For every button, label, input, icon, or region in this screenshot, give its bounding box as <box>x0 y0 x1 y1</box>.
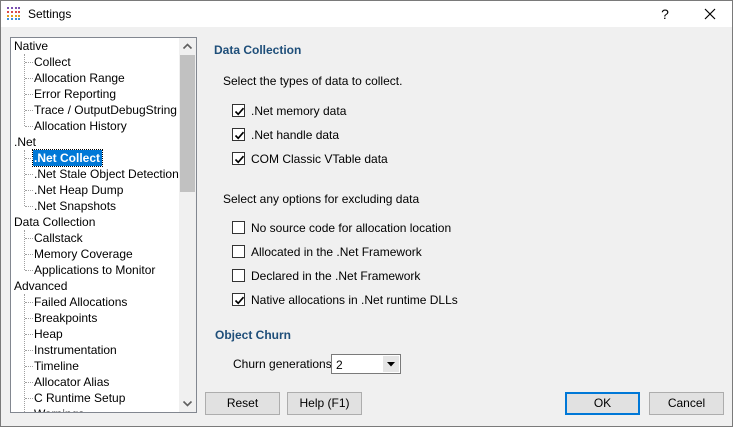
check-icon <box>234 107 245 116</box>
tree-items: Native Collect Allocation Range Error Repor… <box>11 38 179 412</box>
tree-item[interactable]: Timeline <box>33 358 81 374</box>
checkbox-label: COM Classic VTable data <box>251 152 388 166</box>
check-icon <box>234 131 245 140</box>
tree-connector-line <box>24 294 25 412</box>
close-button[interactable] <box>689 1 731 27</box>
cancel-button[interactable]: Cancel <box>649 392 724 415</box>
tree-connector-stub <box>25 94 33 95</box>
tree-connector-stub <box>25 398 33 399</box>
reset-button[interactable]: Reset <box>205 392 280 415</box>
checkbox-box[interactable] <box>232 221 245 234</box>
scroll-down-button[interactable] <box>179 395 196 412</box>
tree-connector-stub <box>25 110 33 111</box>
scroll-up-button[interactable] <box>179 38 196 55</box>
app-grid-icon <box>6 6 21 21</box>
tree-item[interactable]: Allocation History <box>33 118 129 134</box>
checkbox-label: .Net memory data <box>251 104 347 118</box>
churn-generations-label: Churn generations: <box>233 357 336 371</box>
tree-item[interactable]: .Net Stale Object Detection <box>33 166 179 182</box>
tree-connector-stub <box>25 174 33 175</box>
tree-connector-stub <box>25 366 33 367</box>
tree-item[interactable]: Warnings <box>33 406 86 412</box>
check-icon <box>234 155 245 164</box>
tree-item[interactable]: Heap <box>33 326 65 342</box>
object-churn-title: Object Churn <box>215 328 292 342</box>
tree-group[interactable]: Native <box>14 38 48 54</box>
tree-item[interactable]: Breakpoints <box>33 310 99 326</box>
tree-item[interactable]: Applications to Monitor <box>33 262 157 278</box>
tree-group[interactable]: .Net <box>14 134 36 150</box>
tree-connector-stub <box>25 62 33 63</box>
checkbox-box[interactable] <box>232 269 245 282</box>
tree-item[interactable]: C Runtime Setup <box>33 390 127 406</box>
tree-connector-line <box>24 230 25 270</box>
chevron-down-icon <box>182 400 193 407</box>
tree-connector-stub <box>25 270 33 271</box>
dropdown-button[interactable] <box>383 356 399 372</box>
tree-connector-stub <box>25 382 33 383</box>
settings-tree[interactable]: Native Collect Allocation Range Error Repor… <box>10 37 197 413</box>
types-prompt: Select the types of data to collect. <box>223 74 403 88</box>
tree-item[interactable]: Allocation Range <box>33 70 127 86</box>
check-icon <box>234 296 245 305</box>
dropdown-arrow-icon <box>387 362 395 367</box>
tree-group[interactable]: Advanced <box>14 278 67 294</box>
settings-window: Settings ? Native Collect Allocation Range… <box>0 0 733 427</box>
help-button[interactable]: Help (F1) <box>287 392 362 415</box>
checkbox-label: Native allocations in .Net runtime DLLs <box>251 293 458 307</box>
tree-connector-stub <box>25 126 33 127</box>
ok-button[interactable]: OK <box>565 392 640 415</box>
tree-item[interactable]: Failed Allocations <box>33 294 129 310</box>
close-icon <box>704 8 716 20</box>
tree-connector-stub <box>25 78 33 79</box>
checkbox-label: No source code for allocation location <box>251 221 452 235</box>
tree-item[interactable]: Allocator Alias <box>33 374 111 390</box>
tree-group[interactable]: Data Collection <box>14 214 95 230</box>
tree-scrollbar[interactable] <box>179 38 196 412</box>
tree-item[interactable]: .Net Snapshots <box>33 198 118 214</box>
select-value: 2 <box>336 358 343 372</box>
checkbox-box[interactable] <box>232 104 245 117</box>
tree-item[interactable]: .Net Heap Dump <box>33 182 125 198</box>
tree-connector-stub <box>25 254 33 255</box>
title-bar: Settings ? <box>1 1 732 27</box>
tree-item[interactable]: Callstack <box>33 230 85 246</box>
scroll-thumb[interactable] <box>180 55 195 192</box>
tree-connector-line <box>24 54 25 126</box>
window-title: Settings <box>28 7 72 21</box>
tree-connector-stub <box>25 158 33 159</box>
checkbox-box[interactable] <box>232 152 245 165</box>
tree-connector-stub <box>25 318 33 319</box>
checkbox-label: Declared in the .Net Framework <box>251 269 421 283</box>
data-collection-title: Data Collection <box>214 43 302 57</box>
tree-connector-stub <box>25 206 33 207</box>
tree-connector-stub <box>25 302 33 303</box>
exclude-prompt: Select any options for excluding data <box>223 192 420 206</box>
tree-item[interactable]: Trace / OutputDebugString <box>33 102 179 118</box>
tree-connector-stub <box>25 238 33 239</box>
tree-connector-stub <box>25 334 33 335</box>
tree-item[interactable]: Instrumentation <box>33 342 119 358</box>
tree-item[interactable]: .Net Collect <box>31 149 104 167</box>
chevron-up-icon <box>182 43 193 50</box>
title-help-button[interactable]: ? <box>646 1 684 27</box>
tree-connector-stub <box>25 350 33 351</box>
tree-item[interactable]: Memory Coverage <box>33 246 135 262</box>
churn-generations-select[interactable]: 2 <box>331 354 401 374</box>
checkbox-box[interactable] <box>232 293 245 306</box>
checkbox-label: .Net handle data <box>251 128 340 142</box>
checkbox-box[interactable] <box>232 245 245 258</box>
tree-item[interactable]: Collect <box>33 54 73 70</box>
checkbox-box[interactable] <box>232 128 245 141</box>
tree-item[interactable]: Error Reporting <box>33 86 118 102</box>
checkbox-label: Allocated in the .Net Framework <box>251 245 422 259</box>
tree-connector-stub <box>25 190 33 191</box>
